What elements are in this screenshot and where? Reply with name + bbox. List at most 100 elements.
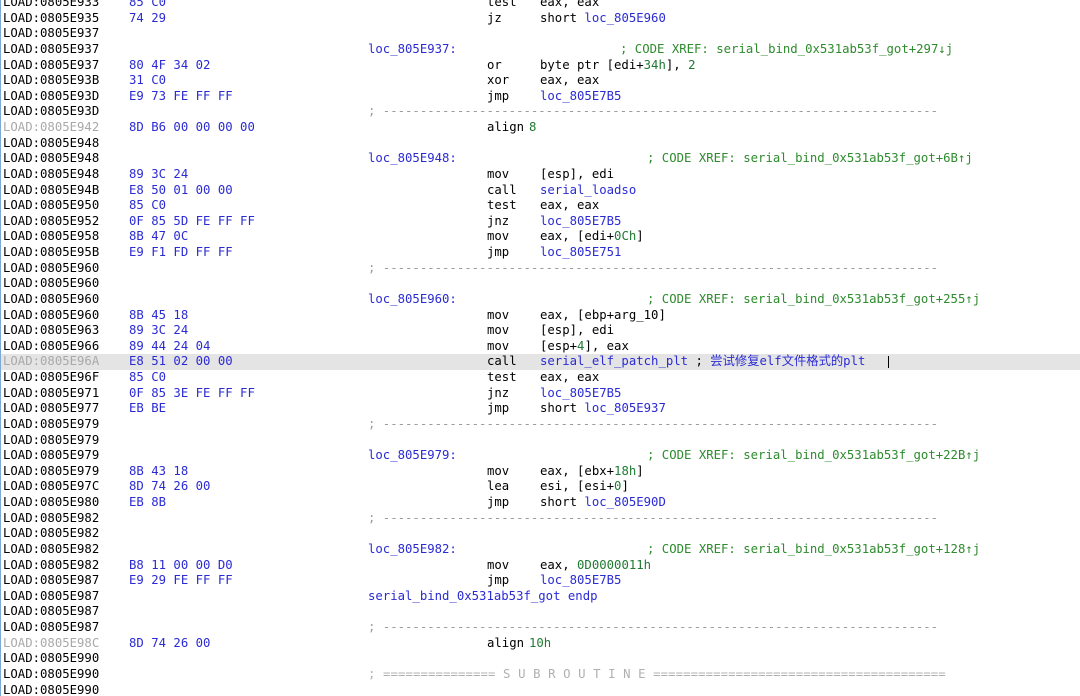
operand-reference[interactable]: loc_805E937 <box>584 401 665 415</box>
instruction-operands[interactable]: loc_805E7B5 <box>540 89 621 105</box>
disassembly-line[interactable]: LOAD:0805E93B 31 C0 xor eax, eax <box>0 73 1080 89</box>
disassembly-line-list[interactable]: LOAD:0805E933 85 C0 test eax, eax LOAD:0805E… <box>0 0 1080 696</box>
instruction-operands[interactable]: eax, eax <box>540 0 599 11</box>
disassembly-line[interactable]: LOAD:0805E98C 8D 74 26 00 align 10h <box>0 636 1080 652</box>
instruction-operands[interactable]: short loc_805E960 <box>540 11 666 27</box>
operand-reference[interactable]: loc_805E7B5 <box>540 214 621 228</box>
disassembly-line[interactable]: LOAD:0805E990 <box>0 651 1080 667</box>
separator-comment: ; --------------------------------------… <box>368 260 939 275</box>
disassembly-line[interactable]: LOAD:0805E952 0F 85 5D FE FF FF jnz loc_805… <box>0 214 1080 230</box>
disassembly-line[interactable]: LOAD:0805E958 8B 47 0C mov eax, [edi+0Ch] <box>0 229 1080 245</box>
disassembly-line[interactable]: LOAD:0805E987 ; -------------------------… <box>0 620 1080 636</box>
disassembly-line[interactable]: LOAD:0805E948 loc_805E948: ; CODE XREF: se… <box>0 151 1080 167</box>
instruction-operands[interactable]: [esp+4], eax <box>540 339 629 355</box>
disassembly-line[interactable]: LOAD:0805E942 8D B6 00 00 00 00 align 8 <box>0 120 1080 136</box>
disassembly-line[interactable]: LOAD:0805E97C 8D 74 26 00 lea esi, [esi+0] <box>0 479 1080 495</box>
disassembly-line[interactable]: LOAD:0805E948 89 3C 24 mov [esp], edi <box>0 167 1080 183</box>
opcode-bytes: 31 C0 <box>129 73 167 88</box>
disassembly-line[interactable]: LOAD:0805E950 85 C0 test eax, eax <box>0 198 1080 214</box>
operand-reference[interactable]: loc_805E751 <box>540 245 621 259</box>
disassembly-line[interactable]: LOAD:0805E979 8B 43 18 mov eax, [ebx+18h] <box>0 464 1080 480</box>
opcode-bytes: 0F 85 3E FE FF FF <box>129 385 255 400</box>
instruction-operands[interactable]: serial_elf_patch_plt ; 尝试修复elf文件格式的plt <box>540 354 865 370</box>
instruction-operands[interactable]: loc_805E7B5 <box>540 386 621 402</box>
operand-reference[interactable]: loc_805E960 <box>584 11 665 25</box>
disassembly-line[interactable]: LOAD:0805E948 <box>0 136 1080 152</box>
instruction-mnemonic: mov <box>487 323 510 338</box>
operand-reference[interactable]: loc_805E7B5 <box>540 573 621 587</box>
disassembly-line[interactable]: LOAD:0805E980 EB 8B jmp short loc_805E90D <box>0 495 1080 511</box>
separator-comment: ; --------------------------------------… <box>368 620 939 634</box>
disassembly-line[interactable]: LOAD:0805E990 ; =============== S U B R O… <box>0 667 1080 683</box>
disassembly-line[interactable]: LOAD:0805E990 <box>0 683 1080 696</box>
disassembly-line[interactable]: LOAD:0805E93D ; -------------------------… <box>0 104 1080 120</box>
operand-reference[interactable]: loc_805E7B5 <box>540 386 621 400</box>
separator-comment: ; --------------------------------------… <box>368 510 939 525</box>
instruction-operands[interactable]: eax, [ebx+18h] <box>540 464 644 480</box>
line-address: LOAD:0805E982 <box>3 526 100 541</box>
disassembly-line[interactable]: LOAD:0805E982 B8 11 00 00 D0 mov eax, 0D000… <box>0 558 1080 574</box>
line-address: LOAD:0805E971 <box>3 385 100 400</box>
code-label[interactable]: loc_805E979: <box>368 448 457 464</box>
line-address: LOAD:0805E948 <box>3 151 100 166</box>
operand-reference[interactable]: serial_loadso <box>540 183 636 197</box>
code-xref-comment: ; CODE XREF: serial_bind_0x531ab53f_got+… <box>647 541 981 556</box>
instruction-mnemonic: jmp <box>487 573 510 588</box>
instruction-mnemonic: jmp <box>487 495 510 509</box>
disassembly-line[interactable]: LOAD:0805E933 85 C0 test eax, eax <box>0 0 1080 11</box>
disassembly-line[interactable]: LOAD:0805E96F 85 C0 test eax, eax <box>0 370 1080 386</box>
disassembly-line[interactable]: LOAD:0805E982 <box>0 526 1080 542</box>
line-address: LOAD:0805E979 <box>3 416 100 431</box>
instruction-operands[interactable]: short loc_805E90D <box>540 495 666 511</box>
disassembly-line[interactable]: LOAD:0805E95B E9 F1 FD FF FF jmp loc_805E75… <box>0 245 1080 261</box>
disassembly-line[interactable]: LOAD:0805E960 loc_805E960: ; CODE XREF: se… <box>0 292 1080 308</box>
disassembly-line[interactable]: LOAD:0805E966 89 44 24 04 mov [esp+4], eax <box>0 339 1080 355</box>
instruction-operands[interactable]: eax, [ebp+arg_10] <box>540 308 666 324</box>
operand-reference[interactable]: loc_805E90D <box>584 495 665 509</box>
disassembly-line[interactable]: LOAD:0805E987 <box>0 604 1080 620</box>
disassembly-line[interactable]: LOAD:0805E935 74 29 jz short loc_805E960 <box>0 11 1080 27</box>
disassembly-line[interactable]: LOAD:0805E94B E8 50 01 00 00 call serial_lo… <box>0 183 1080 199</box>
disassembly-line[interactable]: LOAD:0805E93D E9 73 FE FF FF jmp loc_805E7B… <box>0 89 1080 105</box>
code-label[interactable]: loc_805E948: <box>368 151 457 167</box>
disassembly-line[interactable]: LOAD:0805E987 E9 29 FE FF FF jmp loc_805E7B… <box>0 573 1080 589</box>
code-label[interactable]: loc_805E960: <box>368 292 457 308</box>
disassembly-line[interactable]: LOAD:0805E971 0F 85 3E FE FF FF jnz loc_805… <box>0 386 1080 402</box>
instruction-mnemonic: mov <box>487 463 510 478</box>
disassembly-line[interactable]: LOAD:0805E937 80 4F 34 02 or byte ptr [edi+… <box>0 58 1080 74</box>
instruction-operands[interactable]: loc_805E751 <box>540 245 621 261</box>
instruction-operands[interactable]: loc_805E7B5 <box>540 573 621 589</box>
disassembly-line[interactable]: LOAD:0805E937 <box>0 26 1080 42</box>
disassembly-line[interactable]: LOAD:0805E96A E8 51 02 00 00 call serial_el… <box>0 354 1080 370</box>
instruction-mnemonic: jnz <box>487 385 510 400</box>
disassembly-view[interactable]: LOAD:0805E933 85 C0 test eax, eax LOAD:0805E… <box>0 0 1080 696</box>
disassembly-line[interactable]: LOAD:0805E979 ; -------------------------… <box>0 417 1080 433</box>
disassembly-line[interactable]: LOAD:0805E982 loc_805E982: ; CODE XREF: se… <box>0 542 1080 558</box>
disassembly-line[interactable]: LOAD:0805E960 <box>0 276 1080 292</box>
instruction-operands[interactable]: short loc_805E937 <box>540 401 666 417</box>
disassembly-line[interactable]: LOAD:0805E982 ; -------------------------… <box>0 511 1080 527</box>
instruction-operands[interactable]: byte ptr [edi+34h], 2 <box>540 58 696 74</box>
code-label[interactable]: loc_805E937: <box>368 42 457 58</box>
disassembly-line[interactable]: LOAD:0805E963 89 3C 24 mov [esp], edi <box>0 323 1080 339</box>
disassembly-line[interactable]: LOAD:0805E977 EB BE jmp short loc_805E937 <box>0 401 1080 417</box>
disassembly-line[interactable]: LOAD:0805E960 ; -------------------------… <box>0 261 1080 277</box>
disassembly-line[interactable]: LOAD:0805E987 serial_bind_0x531ab53f_got … <box>0 589 1080 605</box>
disassembly-line[interactable]: LOAD:0805E979 <box>0 433 1080 449</box>
instruction-operands[interactable]: [esp], edi <box>540 167 614 183</box>
opcode-bytes: 89 3C 24 <box>129 166 189 181</box>
code-label[interactable]: loc_805E982: <box>368 542 457 558</box>
instruction-operands[interactable]: loc_805E7B5 <box>540 214 621 230</box>
instruction-operands[interactable]: eax, eax <box>540 198 599 214</box>
instruction-operands[interactable]: eax, eax <box>540 370 599 386</box>
instruction-operands[interactable]: serial_loadso <box>540 183 636 199</box>
disassembly-line[interactable]: LOAD:0805E979 loc_805E979: ; CODE XREF: se… <box>0 448 1080 464</box>
instruction-operands[interactable]: eax, 0D0000011h <box>540 558 651 574</box>
instruction-operands[interactable]: esi, [esi+0] <box>540 479 629 495</box>
disassembly-line[interactable]: LOAD:0805E960 8B 45 18 mov eax, [ebp+arg_10… <box>0 308 1080 324</box>
instruction-operands[interactable]: eax, eax <box>540 73 599 89</box>
instruction-operands[interactable]: eax, [edi+0Ch] <box>540 229 644 245</box>
disassembly-line[interactable]: LOAD:0805E937 loc_805E937: ; CODE XREF: se… <box>0 42 1080 58</box>
operand-reference[interactable]: loc_805E7B5 <box>540 89 621 103</box>
instruction-operands[interactable]: [esp], edi <box>540 323 614 339</box>
